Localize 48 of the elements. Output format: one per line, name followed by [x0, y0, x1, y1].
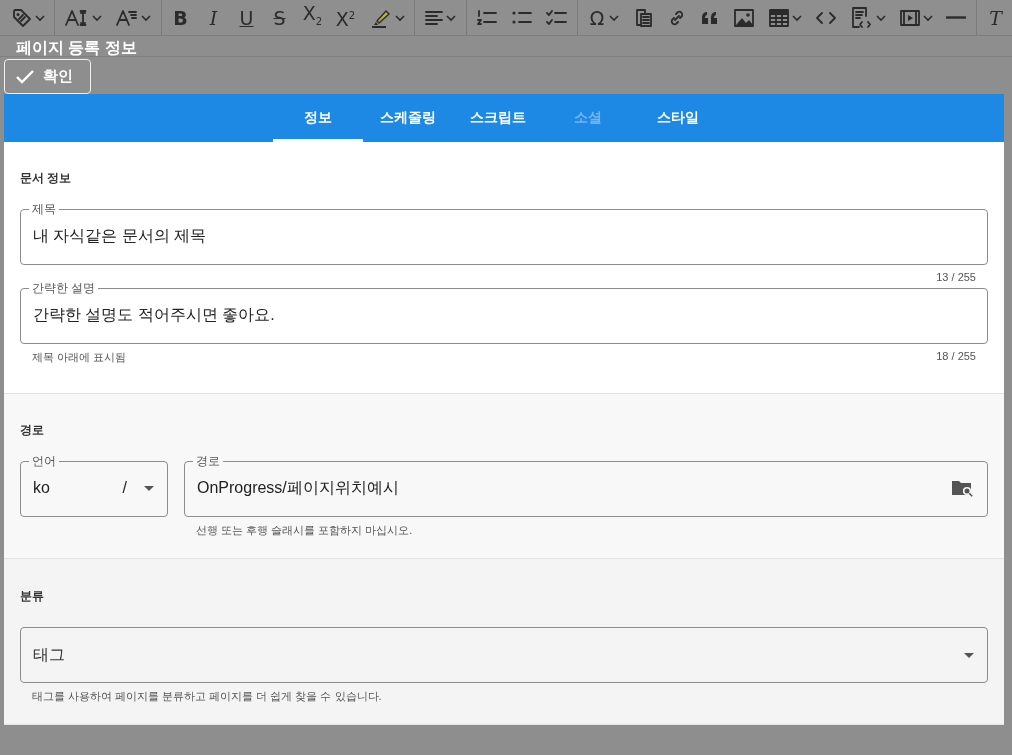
- language-select[interactable]: 언어 ko /: [20, 455, 168, 517]
- source-code-icon: [850, 5, 874, 30]
- toolbar-button[interactable]: U: [230, 2, 263, 33]
- toolbar-button[interactable]: X$^{2}$: [329, 2, 362, 33]
- caret-icon: [923, 13, 933, 22]
- checklist-icon: [545, 8, 568, 27]
- tab[interactable]: 스타일: [633, 94, 723, 142]
- text-field[interactable]: 제목 내 자식같은 문서의 제목: [20, 203, 988, 265]
- toolbar-button[interactable]: T: [979, 2, 1012, 33]
- tag-icon: [10, 6, 33, 29]
- caret-icon: [92, 13, 102, 22]
- section-title: 분류: [20, 589, 45, 603]
- folder-search-icon: [951, 478, 975, 498]
- path-field[interactable]: 경로 OnProgress/페이지위치예시: [184, 455, 988, 517]
- font-family-icon: [115, 7, 139, 28]
- table-icon: [768, 7, 790, 28]
- section-title: 경로: [20, 423, 45, 437]
- caret-icon: [34, 13, 45, 22]
- toolbar-button[interactable]: I: [197, 2, 230, 33]
- caret-icon: [394, 13, 405, 22]
- helper-text: 제목 아래에 표시됨: [32, 350, 127, 365]
- tab[interactable]: 스크립트: [453, 94, 543, 142]
- numbered-list-icon: [475, 8, 498, 27]
- tag-select[interactable]: 태그: [20, 627, 988, 683]
- caret-icon: [876, 13, 886, 22]
- toolbar-button[interactable]: B: [164, 2, 197, 33]
- horizontal-line-icon: [946, 16, 966, 19]
- dropdown-arrow-icon: [143, 484, 155, 492]
- tab[interactable]: 스케줄링: [363, 94, 453, 142]
- checkmark-icon: [15, 68, 35, 85]
- toolbar-button[interactable]: S: [263, 2, 296, 33]
- dialog-title: 페이지 등록 정보: [0, 36, 1012, 57]
- helper-text: 선행 또는 후행 슬래시를 포함하지 마십시오.: [196, 523, 413, 538]
- caret-icon: [446, 13, 456, 22]
- character-counter: 18 / 255: [936, 350, 976, 364]
- text-field[interactable]: 간략한 설명 간략한 설명도 적어주시면 좋아요.: [20, 282, 988, 344]
- character-counter: 13 / 255: [936, 271, 976, 284]
- caret-icon: [609, 13, 619, 22]
- toolbar-button[interactable]: X$_{2}$: [296, 2, 329, 33]
- helper-text: 태그를 사용하여 페이지를 분류하고 페이지를 더 쉽게 찾을 수 있습니다.: [32, 689, 382, 704]
- caret-icon: [141, 13, 151, 22]
- dropdown-arrow-icon: [963, 651, 975, 659]
- section-title: 문서 정보: [20, 171, 73, 185]
- align-left-icon: [424, 8, 444, 27]
- video-icon: [899, 7, 921, 28]
- toolbar-button[interactable]: Ω: [580, 2, 626, 33]
- caret-icon: [792, 13, 802, 22]
- image-icon: [733, 7, 755, 28]
